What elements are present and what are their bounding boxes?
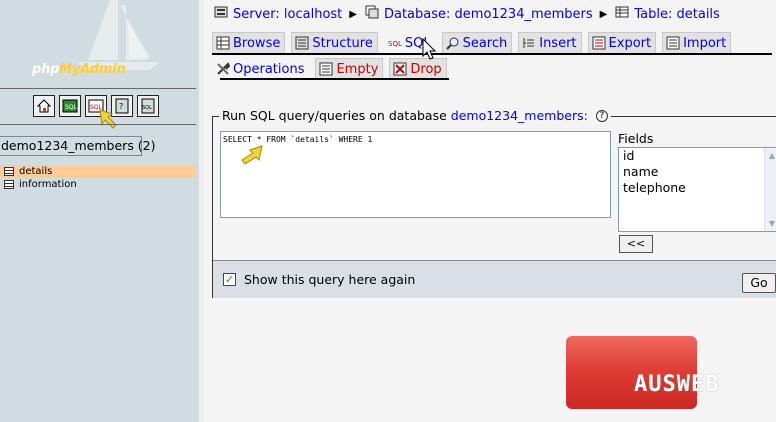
import-icon (666, 36, 680, 50)
go-button[interactable]: Go (742, 273, 776, 293)
tab-label: Drop (410, 61, 442, 77)
logo-text: phpMyAdmin (32, 62, 126, 77)
table-icon (4, 167, 14, 176)
tab-label: Search (462, 35, 508, 51)
show-query-checkbox[interactable]: ✓ (223, 273, 236, 286)
logo-text-myadmin: MyAdmin (59, 62, 126, 77)
tab-label: Export (608, 35, 652, 51)
pointer-arrow-icon (99, 109, 117, 129)
table-icon (615, 5, 629, 23)
tab-underline (220, 78, 449, 80)
left-navigation-panel: phpMyAdmin SQL SQL ? SQL demo1234_member… (0, 0, 199, 422)
scroll-down-icon[interactable]: ▼ (766, 217, 776, 230)
tab-structure[interactable]: Structure (291, 32, 378, 53)
field-option-telephone[interactable]: telephone (619, 180, 776, 196)
table-icon (4, 180, 14, 189)
fields-label: Fields (618, 131, 654, 146)
insert-field-button[interactable]: << (619, 235, 653, 253)
tab-label: Structure (312, 35, 373, 51)
operations-icon (216, 62, 230, 76)
sql-query-fieldset: Run SQL query/queries on database demo12… (212, 108, 776, 298)
sql-query-text: SELECT * FROM `details` WHERE 1 (223, 135, 373, 144)
mouse-cursor-icon (422, 38, 437, 60)
sql-fieldset-legend: Run SQL query/queries on database demo12… (219, 108, 611, 123)
home-icon-glyph (36, 99, 52, 113)
main-content: Server: localhost ▶ Database: demo1234_m… (204, 0, 776, 422)
tab-import[interactable]: Import (662, 32, 732, 53)
tab-label: Import (683, 35, 727, 51)
tab-search[interactable]: Search (441, 32, 513, 53)
empty-icon (319, 62, 333, 76)
phpmyadmin-logo[interactable]: phpMyAdmin (0, 0, 199, 88)
query-window-icon-glyph: SQL (62, 99, 78, 113)
tab-bar-row-1: Browse Structure SQL SQL Search Insert E… (212, 32, 732, 54)
tab-bar-row-2: Operations Empty Drop (212, 58, 447, 80)
search-icon (445, 36, 460, 50)
help-icon[interactable]: ? (595, 109, 608, 122)
breadcrumb: Server: localhost ▶ Database: demo1234_m… (214, 5, 720, 23)
tab-insert[interactable]: Insert (518, 32, 582, 53)
tab-label: Browse (233, 35, 281, 51)
quick-links: SQL SQL ? SQL (33, 95, 159, 119)
insert-icon (522, 36, 536, 50)
svg-text:SQL: SQL (388, 40, 402, 48)
breadcrumb-arrow-icon: ▶ (599, 8, 608, 20)
logo-text-php: php (32, 62, 60, 77)
table-list: details information (0, 165, 196, 191)
sql-options-bar: ✓ Show this query here again Go (213, 260, 776, 298)
database-icon (365, 5, 379, 23)
field-option-name[interactable]: name (619, 164, 776, 180)
sql-docs-icon-glyph: SQL (141, 98, 155, 114)
table-item-details[interactable]: details (0, 165, 196, 178)
svg-text:SQL: SQL (142, 105, 152, 111)
sql-icon: SQL (388, 36, 402, 50)
breadcrumb-arrow-icon: ▶ (349, 8, 357, 20)
server-icon (214, 5, 228, 23)
scroll-up-icon[interactable]: ▲ (766, 149, 776, 162)
home-icon[interactable] (33, 95, 55, 117)
tab-export[interactable]: Export (587, 32, 657, 53)
table-item-label: information (19, 179, 77, 190)
browse-icon (216, 36, 230, 50)
divider (0, 88, 196, 89)
breadcrumb-table[interactable]: Table: details (634, 7, 719, 22)
query-window-icon[interactable]: SQL (59, 95, 81, 117)
sql-query-textarea[interactable]: SELECT * FROM `details` WHERE 1 (220, 131, 611, 218)
tab-empty[interactable]: Empty (315, 58, 384, 79)
tab-label: Operations (233, 61, 305, 77)
tab-label: Insert (539, 35, 577, 51)
field-option-id[interactable]: id (619, 148, 776, 164)
tab-drop[interactable]: Drop (389, 58, 447, 79)
breadcrumb-server[interactable]: Server: localhost (233, 7, 342, 22)
export-icon (592, 36, 606, 50)
table-item-label: details (19, 166, 53, 177)
drop-icon (393, 62, 407, 76)
tab-browse[interactable]: Browse (212, 32, 286, 53)
table-item-information[interactable]: information (0, 178, 196, 191)
tab-underline (212, 53, 772, 55)
fields-scrollbar[interactable]: ▲ ▼ (764, 148, 776, 231)
show-query-label: Show this query here again (244, 272, 416, 287)
structure-icon (295, 36, 309, 50)
ausweb-watermark-text: AUSWEB (634, 372, 720, 397)
sql-docs-icon[interactable]: SQL (137, 95, 159, 117)
tab-operations[interactable]: Operations (212, 58, 310, 79)
sql-legend-text: Run SQL query/queries on database (222, 108, 447, 123)
fields-listbox[interactable]: id name telephone ▲ ▼ (618, 147, 776, 232)
tab-label: Empty (336, 61, 379, 77)
divider (0, 124, 196, 125)
database-select[interactable]: demo1234_members (2) (0, 136, 156, 156)
breadcrumb-database[interactable]: Database: demo1234_members (384, 7, 593, 22)
pointer-arrow-icon (241, 145, 263, 165)
database-link[interactable]: demo1234_members: (451, 108, 588, 123)
svg-text:SQL: SQL (65, 104, 78, 111)
